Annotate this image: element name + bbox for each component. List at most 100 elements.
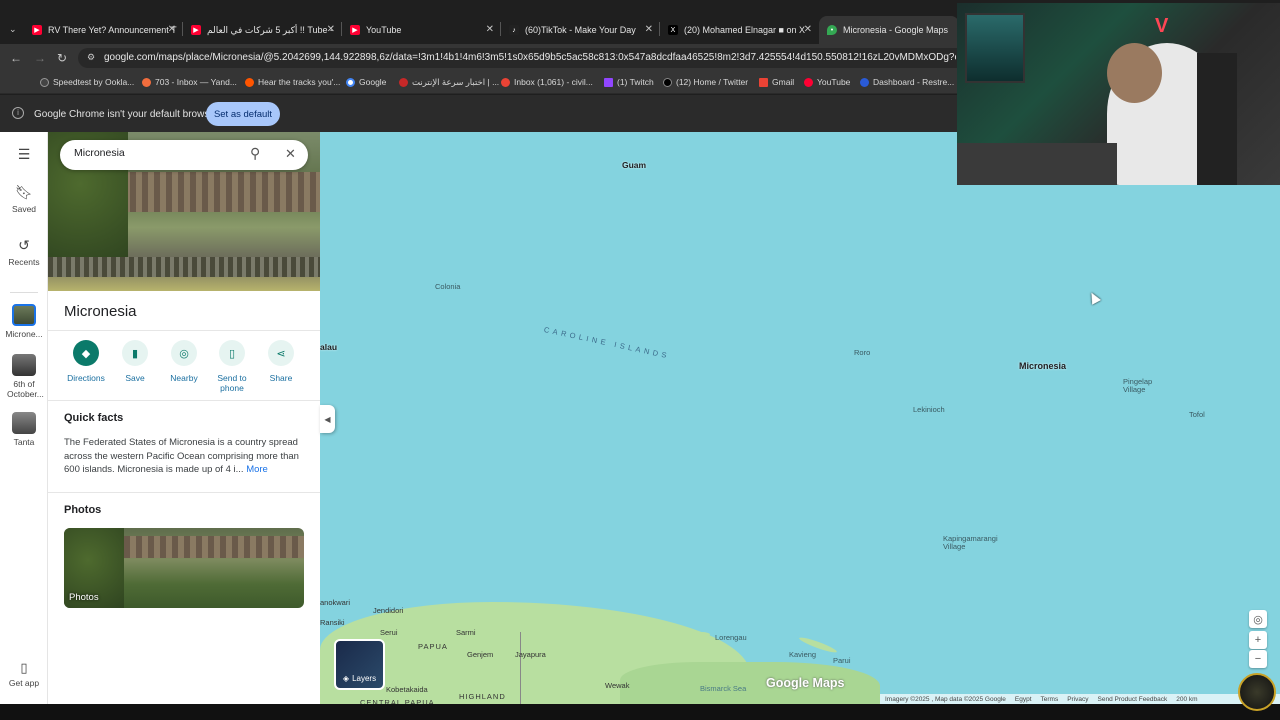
border-line bbox=[520, 632, 521, 704]
zoom-in-button[interactable]: + bbox=[1249, 631, 1267, 649]
bookmark-speedtest[interactable]: Speedtest by Ookla... bbox=[40, 77, 134, 87]
map-label-guam[interactable]: Guam bbox=[622, 160, 646, 170]
close-tab-icon[interactable]: ✕ bbox=[486, 24, 494, 35]
directions-button[interactable]: ◆ Directions bbox=[61, 340, 111, 383]
youtube-icon: ▶ bbox=[191, 25, 201, 35]
yandex-icon bbox=[142, 77, 151, 87]
google-maps-logo: Google Maps bbox=[766, 676, 845, 690]
region-link[interactable]: Egypt bbox=[1015, 696, 1032, 703]
map-label-colonia[interactable]: Colonia bbox=[435, 282, 460, 291]
map-label-serui[interactable]: Serui bbox=[380, 628, 398, 637]
set-as-default-button[interactable]: Set as default bbox=[206, 102, 280, 126]
recent-6th-of-october[interactable]: 6th of October... bbox=[0, 354, 48, 399]
bookmark-twitter[interactable]: (12) Home / Twitter bbox=[663, 77, 748, 87]
tab-arabic-video[interactable]: ▶ أكبر 5 شركات في العالم !! Tube - ✕ bbox=[183, 16, 341, 44]
layers-button[interactable]: ◈ Layers bbox=[334, 639, 385, 690]
tab-title: أكبر 5 شركات في العالم !! Tube - bbox=[207, 24, 334, 35]
share-button[interactable]: ⋖ Share bbox=[256, 340, 306, 383]
bookmark-twitch[interactable]: (1) Twitch bbox=[604, 77, 654, 87]
map-label-sarmi[interactable]: Sarmi bbox=[456, 628, 476, 637]
collapse-panel-button[interactable]: ◀ bbox=[320, 405, 335, 433]
tab-x-profile[interactable]: X (20) Mohamed Elnagar ■ on X ✕ bbox=[660, 16, 818, 44]
phone-icon: ▯ bbox=[219, 340, 245, 366]
divider bbox=[48, 492, 320, 493]
bookmark-inbox[interactable]: Inbox (1,061) - civil... bbox=[501, 77, 593, 87]
rail-item-saved[interactable]: 🔖︎ Saved bbox=[0, 184, 48, 214]
map-label-ransiki[interactable]: Ransiki bbox=[320, 618, 345, 627]
action-label: Save bbox=[125, 373, 145, 383]
scale-label[interactable]: 200 km bbox=[1176, 696, 1197, 703]
recent-thumbnail bbox=[12, 412, 36, 434]
map-label-manokwari[interactable]: anokwari bbox=[320, 598, 350, 607]
directions-icon: ◆ bbox=[73, 340, 99, 366]
recent-thumbnail bbox=[12, 304, 36, 326]
clear-search-icon[interactable]: ✕ bbox=[285, 146, 296, 162]
forward-arrow-icon[interactable]: → bbox=[34, 51, 46, 65]
close-tab-icon[interactable]: ✕ bbox=[645, 24, 653, 35]
bookmark-soundcloud[interactable]: Hear the tracks you'... bbox=[245, 77, 340, 87]
menu-button[interactable]: ☰ bbox=[0, 146, 48, 166]
map-label-genjem[interactable]: Genjem bbox=[467, 650, 493, 659]
photo-building bbox=[124, 536, 304, 558]
streamer-webcam-overlay: V bbox=[957, 3, 1280, 185]
bookmark-label: اختبار سرعة الإنترنت | ... bbox=[412, 77, 500, 87]
bookmark-restream[interactable]: Dashboard - Restre... bbox=[860, 77, 954, 87]
bookmark-google[interactable]: Google bbox=[346, 77, 386, 87]
close-tab-icon[interactable]: ✕ bbox=[327, 24, 335, 35]
place-panel: ⚲ ✕ Micronesia ◆ Directions ▮ Save ◎ Nearby… bbox=[48, 132, 320, 704]
send-to-phone-button[interactable]: ▯ Send to phone bbox=[207, 340, 257, 393]
webcam-desk bbox=[957, 143, 1117, 185]
map-label-kavieng[interactable]: Kavieng bbox=[789, 650, 816, 659]
bookmark-yandex[interactable]: 703 - Inbox — Yand... bbox=[142, 77, 237, 87]
more-link[interactable]: More bbox=[246, 464, 268, 475]
map-label-wewak[interactable]: Wewak bbox=[605, 681, 629, 690]
map-label-roro[interactable]: Roro bbox=[854, 348, 870, 357]
map-label-parui[interactable]: Parui bbox=[833, 656, 851, 665]
search-input[interactable] bbox=[74, 147, 234, 159]
search-icon[interactable]: ⚲ bbox=[250, 145, 260, 162]
map-label-pingelap[interactable]: Pingelap Village bbox=[1123, 378, 1163, 394]
rail-item-recents[interactable]: ↺ Recents bbox=[0, 237, 48, 267]
tab-list-dropdown-icon[interactable]: ⌄ bbox=[9, 24, 17, 35]
tab-youtube[interactable]: ▶ YouTube ✕ bbox=[342, 16, 500, 44]
map-label-lorengau[interactable]: Lorengau bbox=[715, 633, 747, 642]
back-arrow-icon[interactable]: ← bbox=[10, 51, 22, 65]
reload-icon[interactable]: ↻ bbox=[57, 51, 67, 65]
google-icon bbox=[346, 77, 355, 87]
bookmark-speed-test-arabic[interactable]: اختبار سرعة الإنترنت | ... bbox=[399, 77, 499, 88]
map-label-palau[interactable]: alau bbox=[320, 342, 337, 352]
site-info-icon[interactable]: ⚙ bbox=[87, 52, 95, 63]
map-label-kobetakaida[interactable]: Kobetakaida bbox=[386, 685, 428, 694]
photos-thumbnail[interactable]: Photos bbox=[64, 528, 304, 608]
close-tab-icon[interactable]: ✕ bbox=[168, 24, 176, 35]
map-label-jendidori[interactable]: Jendidori bbox=[373, 606, 403, 615]
save-button[interactable]: ▮ Save bbox=[110, 340, 160, 383]
map-label-jayapura[interactable]: Jayapura bbox=[515, 650, 546, 659]
map-label-papua: PAPUA bbox=[418, 642, 448, 651]
tab-google-maps[interactable]: • Micronesia - Google Maps bbox=[819, 16, 959, 44]
tab-tiktok[interactable]: ♪ (60)TikTok - Make Your Day ✕ bbox=[501, 16, 659, 44]
feedback-link[interactable]: Send Product Feedback bbox=[1098, 696, 1168, 703]
tab-rv-there-yet[interactable]: ▶ RV There Yet? Announcement T ✕ bbox=[24, 16, 182, 44]
bookmark-youtube[interactable]: YouTube bbox=[804, 77, 850, 87]
nearby-icon: ◎ bbox=[171, 340, 197, 366]
recent-micronesia[interactable]: Microne... bbox=[0, 304, 48, 339]
my-location-button[interactable]: ◎ bbox=[1249, 610, 1267, 628]
map-canvas[interactable] bbox=[320, 132, 1280, 704]
close-tab-icon[interactable]: ✕ bbox=[804, 24, 812, 35]
action-label: Send to phone bbox=[217, 373, 247, 393]
map-label-kapingamarangi[interactable]: Kapingamarangi Village bbox=[943, 535, 1013, 551]
zoom-out-button[interactable]: − bbox=[1249, 650, 1267, 668]
map-label-tofol[interactable]: Tofol bbox=[1189, 410, 1205, 419]
url-text[interactable]: google.com/maps/place/Micronesia/@5.2042… bbox=[104, 52, 956, 63]
recent-tanta[interactable]: Tanta bbox=[0, 412, 48, 447]
map-label-micronesia[interactable]: Micronesia bbox=[1019, 361, 1066, 371]
privacy-link[interactable]: Privacy bbox=[1067, 696, 1088, 703]
tab-title: YouTube bbox=[366, 25, 402, 35]
nearby-button[interactable]: ◎ Nearby bbox=[159, 340, 209, 383]
terms-link[interactable]: Terms bbox=[1041, 696, 1059, 703]
bookmark-gmail[interactable]: Gmail bbox=[759, 77, 794, 87]
get-app-link[interactable]: ▯ Get app bbox=[0, 660, 48, 688]
map-label-lekinioch[interactable]: Lekinioch bbox=[913, 405, 945, 414]
google-maps-icon: • bbox=[827, 25, 837, 35]
